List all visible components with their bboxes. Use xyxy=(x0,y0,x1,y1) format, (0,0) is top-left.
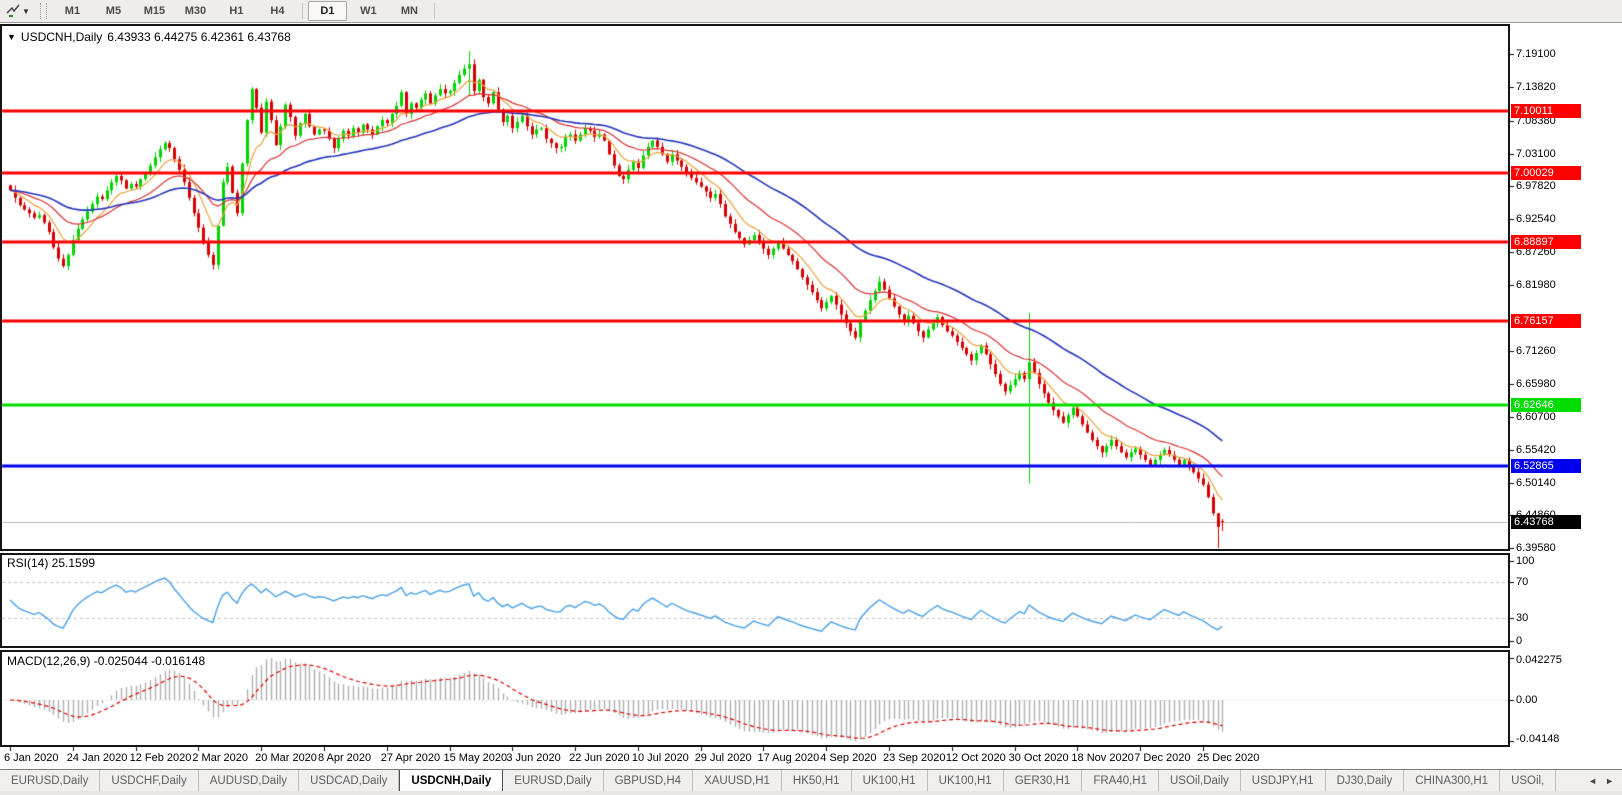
tab-usdchf-daily[interactable]: USDCHF,Daily xyxy=(100,770,199,792)
tab-audusd-daily[interactable]: AUDUSD,Daily xyxy=(199,770,300,792)
rsi-tick-70: 70 xyxy=(1516,576,1529,588)
price-tick-6.39580: 6.39580 xyxy=(1516,542,1556,555)
macd-tick-min: -0.04148 xyxy=(1516,733,1560,745)
date-tick-14: 4 Sep 2020 xyxy=(820,752,877,764)
timeframe-button-D1[interactable]: D1 xyxy=(307,1,347,21)
timeframe-buttons: M1 M5 M15 M30 H1 H4 D1 W1 MN xyxy=(52,1,439,21)
price-tick-6.60700: 6.60700 xyxy=(1516,410,1556,423)
tab-usdjpy-h1[interactable]: USDJPY,H1 xyxy=(1241,770,1326,792)
tab-gbpusd-h4[interactable]: GBPUSD,H4 xyxy=(604,770,694,792)
chevron-down-icon: ▼ xyxy=(22,6,30,16)
symbol-period-label: USDCNH,Daily xyxy=(20,30,103,44)
date-tick-7: 27 Apr 2020 xyxy=(380,752,441,764)
price-tick-6.50140: 6.50140 xyxy=(1516,476,1556,489)
price-tick-7.03100: 7.03100 xyxy=(1516,147,1556,160)
date-tick-4: 2 Mar 2020 xyxy=(192,752,249,764)
tab-usdcnh-daily[interactable]: USDCNH,Daily xyxy=(399,770,504,792)
tab-china300-h1[interactable]: CHINA300,H1 xyxy=(1404,770,1501,792)
tab-ger30-h1[interactable]: GER30,H1 xyxy=(1004,770,1083,792)
rsi-tick-30: 30 xyxy=(1516,612,1529,624)
date-tick-8: 15 May 2020 xyxy=(443,752,508,764)
date-tick-10: 22 Jun 2020 xyxy=(569,752,630,764)
chart-title: ▼ USDCNH,Daily 6.43933 6.44275 6.42361 6… xyxy=(7,30,291,44)
hline-price-flag-6.88897[interactable]: 6.88897 xyxy=(1511,234,1581,249)
timeframe-button-W1[interactable]: W1 xyxy=(349,1,388,21)
chart-canvas[interactable] xyxy=(0,0,1622,795)
tab-usdcad-daily[interactable]: USDCAD,Daily xyxy=(299,770,400,792)
tab-usoil-daily[interactable]: USOil,Daily xyxy=(1159,770,1241,792)
rsi-label: RSI(14) 25.1599 xyxy=(7,556,96,570)
date-tick-1: 6 Jan 2020 xyxy=(4,752,59,764)
price-tick-6.55420: 6.55420 xyxy=(1516,443,1556,456)
status-strip xyxy=(0,791,1622,795)
date-tick-18: 18 Nov 2020 xyxy=(1071,752,1134,764)
macd-tick-max: 0.042275 xyxy=(1516,654,1562,666)
toolbar: ▼ M1 M5 M15 M30 H1 H4 D1 W1 MN xyxy=(0,0,1622,23)
timeframe-button-M1[interactable]: M1 xyxy=(53,1,92,21)
date-tick-9: 3 Jun 2020 xyxy=(506,752,561,764)
toolbar-grip xyxy=(39,3,47,19)
collapse-indicators-icon[interactable]: ▼ xyxy=(7,32,16,42)
cursor-glyph xyxy=(6,4,20,17)
timeframe-button-MN[interactable]: MN xyxy=(390,1,429,21)
tab-scroll-right-icon[interactable]: ► xyxy=(1605,776,1614,786)
price-tick-6.92540: 6.92540 xyxy=(1516,213,1556,226)
date-tick-20: 25 Dec 2020 xyxy=(1197,752,1260,764)
hline-price-flag-6.52865[interactable]: 6.52865 xyxy=(1511,458,1581,473)
date-tick-16: 12 Oct 2020 xyxy=(945,752,1006,764)
timeframe-button-M15[interactable]: M15 xyxy=(135,1,174,21)
tab-xauusd-h1[interactable]: XAUUSD,H1 xyxy=(693,770,782,792)
hline-price-flag-6.62646[interactable]: 6.62646 xyxy=(1511,397,1581,412)
tab-scroll-arrows: ◄ ► xyxy=(1580,770,1622,792)
symbol-tabs: EURUSD,Daily USDCHF,Daily AUDUSD,Daily USDC… xyxy=(0,770,1580,792)
timeframe-button-H4[interactable]: H4 xyxy=(258,1,297,21)
hline-price-flag-7.10011[interactable]: 7.10011 xyxy=(1511,103,1581,118)
tab-dj30-daily[interactable]: DJ30,Daily xyxy=(1326,770,1405,792)
rsi-tick-0: 0 xyxy=(1516,635,1523,647)
date-tick-17: 30 Oct 2020 xyxy=(1008,752,1069,764)
price-tick-6.81980: 6.81980 xyxy=(1516,278,1556,291)
macd-tick-zero: 0.00 xyxy=(1516,694,1538,706)
tab-uk100-h1[interactable]: UK100,H1 xyxy=(928,770,1004,792)
ohlc-values: 6.43933 6.44275 6.42361 6.43768 xyxy=(107,30,291,44)
timeframe-button-M5[interactable]: M5 xyxy=(94,1,133,21)
rsi-tick-100: 100 xyxy=(1516,555,1535,567)
date-tick-13: 17 Aug 2020 xyxy=(757,752,820,764)
price-tick-6.65980: 6.65980 xyxy=(1516,378,1556,391)
tab-uk100-h1[interactable]: UK100,H1 xyxy=(852,770,928,792)
tab-eurusd-daily[interactable]: EURUSD,Daily xyxy=(0,770,101,792)
timeframe-button-M30[interactable]: M30 xyxy=(176,1,215,21)
chart-cursor-icon[interactable]: ▼ xyxy=(2,1,34,21)
date-tick-12: 29 Jul 2020 xyxy=(694,752,752,764)
tab-eurusd-daily[interactable]: EURUSD,Daily xyxy=(503,770,604,792)
date-tick-5: 20 Mar 2020 xyxy=(255,752,317,764)
price-tick-6.97820: 6.97820 xyxy=(1516,180,1556,193)
tab-hk50-h1[interactable]: HK50,H1 xyxy=(782,770,852,792)
date-tick-11: 10 Jul 2020 xyxy=(631,752,689,764)
macd-label: MACD(12,26,9) -0.025044 -0.016148 xyxy=(7,654,206,668)
price-tick-7.19100: 7.19100 xyxy=(1516,48,1556,61)
tab-scroll-left-icon[interactable]: ◄ xyxy=(1588,776,1597,786)
hline-price-flag-7.00029[interactable]: 7.00029 xyxy=(1511,165,1581,180)
tab-usoil-[interactable]: USOil, xyxy=(1500,770,1557,792)
hline-price-flag-6.76157[interactable]: 6.76157 xyxy=(1511,313,1581,328)
date-tick-15: 23 Sep 2020 xyxy=(883,752,946,764)
timeframe-button-H1[interactable]: H1 xyxy=(217,1,256,21)
price-tick-6.71260: 6.71260 xyxy=(1516,345,1556,358)
tab-fra40-h1[interactable]: FRA40,H1 xyxy=(1082,770,1159,792)
symbol-tabbar: EURUSD,Daily USDCHF,Daily AUDUSD,Daily USDC… xyxy=(0,769,1622,792)
price-tick-7.13820: 7.13820 xyxy=(1516,81,1556,94)
date-tick-2: 24 Jan 2020 xyxy=(66,752,128,764)
date-tick-3: 12 Feb 2020 xyxy=(129,752,192,764)
date-tick-6: 8 Apr 2020 xyxy=(317,752,372,764)
current-price-flag: 6.43768 xyxy=(1511,515,1581,530)
date-tick-19: 7 Dec 2020 xyxy=(1134,752,1191,764)
